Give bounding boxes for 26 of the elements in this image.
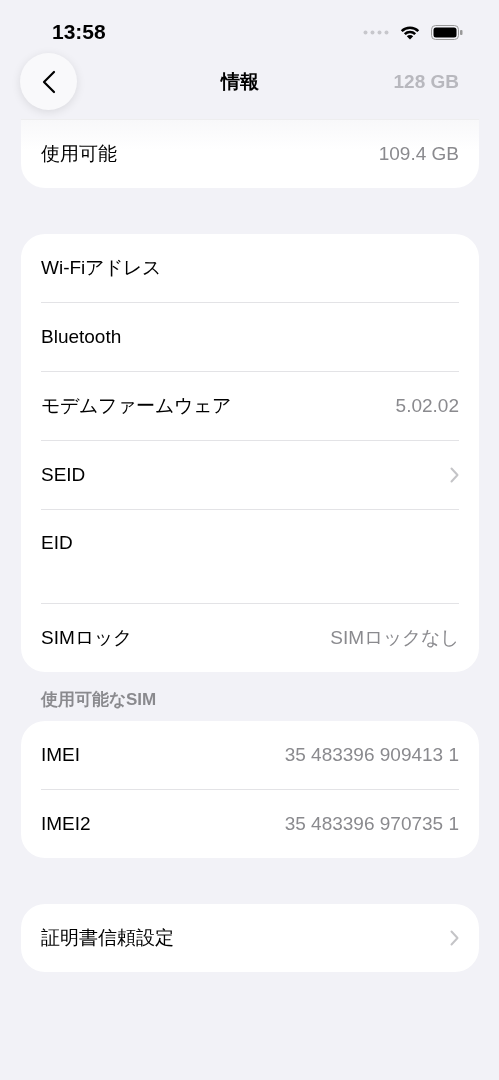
row-value: 5.02.02 (395, 395, 459, 417)
page-title: 情報 (220, 69, 259, 94)
row-label: SIMロック (41, 626, 132, 650)
faded-value: 128 GB (393, 70, 459, 93)
row-label: 証明書信頼設定 (41, 926, 174, 950)
back-button[interactable] (20, 53, 77, 110)
row-label: モデムファームウェア (41, 394, 231, 418)
row-value: 109.4 GB (378, 143, 459, 165)
row-label: Wi-Fiアドレス (41, 256, 162, 280)
row-value: 35 483396 909413 1 (284, 744, 459, 766)
row-label: Bluetooth (41, 326, 122, 348)
wifi-icon (399, 24, 421, 40)
row-label: EID (41, 532, 73, 554)
battery-icon (431, 24, 463, 40)
signal-dots-icon (363, 29, 389, 35)
chevron-right-icon[interactable] (450, 930, 459, 946)
row-label: SEID (41, 464, 86, 486)
chevron-right-icon[interactable] (450, 467, 459, 483)
row-value: 35 483396 970735 1 (284, 813, 459, 835)
row-value: SIMロックなし (330, 626, 459, 650)
back-chevron-icon (41, 69, 56, 94)
row-label: IMEI (41, 744, 81, 766)
status-time: 13:58 (52, 20, 106, 44)
row-label: IMEI2 (41, 813, 91, 835)
row-label: 使用可能 (41, 142, 117, 166)
section-header: 使用可能なSIM (41, 689, 158, 711)
